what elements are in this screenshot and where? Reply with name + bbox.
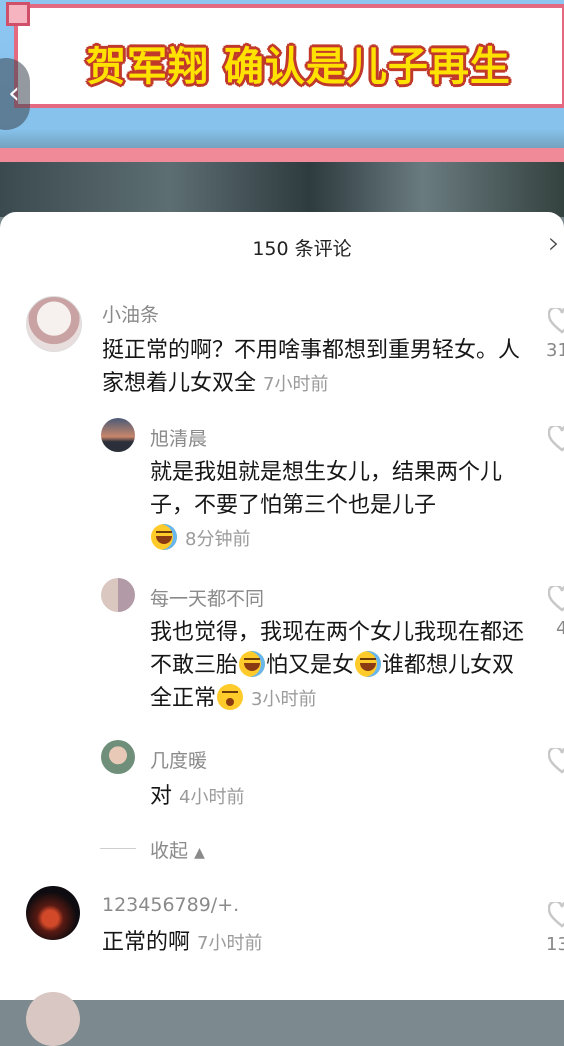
reply-text: 对 4小时前 bbox=[150, 784, 245, 809]
avatar[interactable] bbox=[26, 886, 80, 940]
title-banner: 贺军翔 确认是儿子再生 bbox=[14, 4, 564, 108]
like-count: 31 bbox=[546, 340, 564, 361]
avatar[interactable] bbox=[26, 296, 82, 352]
like-heart-icon[interactable] bbox=[548, 748, 564, 774]
reply-time: 4小时前 bbox=[179, 787, 245, 808]
like-count: 13 bbox=[546, 934, 564, 955]
collapse-replies-button[interactable]: 收起 ▲ bbox=[150, 836, 205, 863]
like-heart-icon[interactable] bbox=[548, 308, 564, 334]
comment-count-title: 150 条评论 bbox=[252, 238, 352, 260]
laugh-cry-emoji-icon bbox=[239, 651, 266, 677]
reply-time: 3小时前 bbox=[251, 689, 317, 710]
comment-text: 正常的啊 7小时前 bbox=[102, 930, 263, 955]
avatar[interactable] bbox=[101, 418, 135, 452]
reply-text: 就是我姐就是想生女儿，结果两个儿子，不要了怕第三个也是儿子 8分钟前 bbox=[150, 460, 503, 550]
avatar[interactable] bbox=[101, 740, 135, 774]
video-frame bbox=[0, 162, 564, 217]
flushed-emoji-icon bbox=[217, 684, 244, 710]
reply-username[interactable]: 旭清晨 bbox=[150, 424, 207, 451]
laugh-cry-emoji-icon bbox=[151, 524, 177, 550]
comment-username[interactable]: 小油条 bbox=[102, 300, 159, 327]
comments-sheet: 150 条评论 › 小油条 挺正常的啊？不用啥事都想到重男轻女。人家想着儿女双全… bbox=[0, 212, 564, 1046]
like-heart-icon[interactable] bbox=[548, 426, 564, 452]
caret-up-icon: ▲ bbox=[194, 845, 205, 861]
comment-time: 7小时前 bbox=[263, 374, 329, 395]
like-heart-icon[interactable] bbox=[548, 902, 564, 928]
avatar[interactable] bbox=[101, 578, 135, 612]
comments-header: 150 条评论 › bbox=[0, 212, 564, 278]
reply-username[interactable]: 每一天都不同 bbox=[150, 584, 264, 611]
comment-username[interactable]: 123456789/+. bbox=[102, 894, 239, 916]
like-heart-icon[interactable] bbox=[548, 586, 564, 612]
comment-text: 挺正常的啊？不用啥事都想到重男轻女。人家想着儿女双全 7小时前 bbox=[102, 338, 521, 396]
banner-corner-decoration bbox=[6, 2, 30, 26]
video-pink-bar bbox=[0, 148, 564, 162]
back-button[interactable]: ‹ bbox=[0, 58, 30, 130]
crying-emoji-icon bbox=[355, 651, 382, 677]
banner-title: 贺军翔 确认是儿子再生 bbox=[86, 44, 511, 90]
reply-time: 8分钟前 bbox=[185, 529, 251, 550]
avatar[interactable] bbox=[26, 992, 80, 1046]
close-icon[interactable]: › bbox=[548, 226, 560, 261]
like-count: 4 bbox=[556, 618, 564, 639]
reply-username[interactable]: 几度暖 bbox=[150, 746, 207, 773]
comment-time: 7小时前 bbox=[197, 933, 263, 954]
collapse-divider bbox=[100, 848, 136, 849]
reply-text: 我也觉得，我现在两个女儿我现在都还不敢三胎 怕又是女 谁都想儿女双全正常 3小时前 bbox=[150, 620, 525, 711]
chevron-left-icon: ‹ bbox=[8, 76, 20, 111]
